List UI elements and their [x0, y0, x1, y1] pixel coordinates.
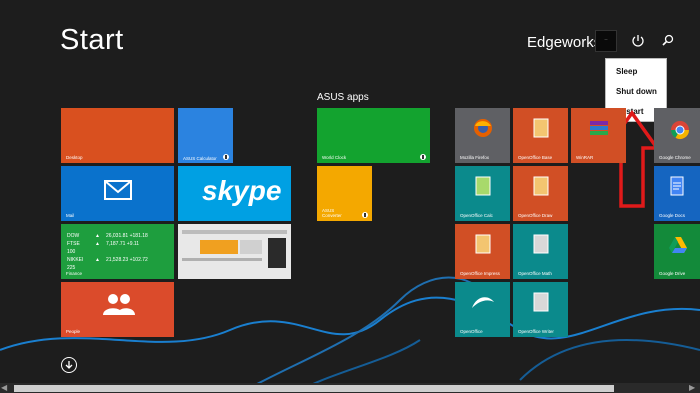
tile-label: Google Drive	[659, 271, 686, 276]
tile-label: OpenOffice Draw	[518, 213, 553, 218]
pin-icon	[420, 154, 426, 160]
presentation-icon	[475, 234, 491, 254]
tile-skype[interactable]: skype	[178, 166, 291, 221]
tile-oo-base[interactable]: OpenOffice Base	[513, 108, 568, 163]
tile-label: OpenOffice	[460, 329, 483, 334]
preview-window	[240, 240, 262, 254]
finance-row: NIKKEI 225 ▲ 21,528.23 +102.72	[67, 257, 148, 271]
tile-oo-impress[interactable]: OpenOffice Impress	[455, 224, 510, 279]
preview-bar	[182, 230, 287, 234]
scroll-left-icon[interactable]: ◀	[1, 383, 7, 392]
finance-row: FTSE 100 ▲ 7,187.71 +9.11	[67, 241, 140, 255]
shutdown-menu-item[interactable]: Shut down	[616, 87, 657, 96]
tile-openoffice[interactable]: OpenOffice	[455, 282, 510, 337]
pin-icon	[223, 154, 229, 160]
formula-icon	[533, 234, 549, 254]
finance-rows: DOW ▲ 26,031.81 +181.18 FTSE 100 ▲ 7,187.71 …	[67, 232, 148, 272]
tile-label: World Clock	[322, 155, 347, 160]
tile-oo-math[interactable]: OpenOffice Math	[513, 224, 568, 279]
tile-people[interactable]: People	[61, 282, 174, 337]
scroll-right-icon[interactable]: ▶	[689, 383, 695, 392]
tile-google-drive[interactable]: Google Drive	[654, 224, 700, 279]
tile-label: WinRAR	[576, 155, 594, 160]
mail-icon	[104, 180, 132, 200]
tile-label: Desktop	[66, 155, 83, 160]
tile-asus-calculator[interactable]: ASUS Calculator	[178, 108, 233, 163]
tile-finance[interactable]: DOW ▲ 26,031.81 +181.18 FTSE 100 ▲ 7,187.71 …	[61, 224, 174, 279]
sleep-menu-item[interactable]: Sleep	[616, 67, 637, 76]
avatar-text: —	[604, 37, 608, 41]
tile-label: OpenOffice Calc	[460, 213, 493, 218]
tile-label: Finance	[66, 271, 83, 276]
preview-window	[268, 238, 286, 268]
chrome-icon	[671, 121, 689, 140]
page-title: Start	[60, 24, 124, 56]
tile-chrome[interactable]: Google Chrome	[654, 108, 700, 163]
tile-label: Google Chrome	[659, 155, 691, 160]
tile-oo-draw[interactable]: OpenOffice Draw	[513, 166, 568, 221]
archive-icon	[590, 121, 608, 135]
openoffice-icon	[472, 297, 494, 308]
user-name[interactable]: Edgeworks	[527, 34, 601, 51]
tile-label: Mozilla Firefox	[460, 155, 490, 160]
pin-icon	[362, 212, 368, 218]
tile-label: ASUS Calculator	[183, 156, 217, 161]
tile-desktop[interactable]: Desktop	[61, 108, 174, 163]
docs-icon	[670, 176, 684, 196]
tile-label: Mail	[66, 213, 75, 218]
tile-label: ASUS Converter	[322, 208, 342, 218]
tile-firefox[interactable]: Mozilla Firefox	[455, 108, 510, 163]
drawing-icon	[533, 176, 549, 196]
tile-mail[interactable]: Mail	[61, 166, 174, 221]
scrollbar-thumb[interactable]	[14, 385, 614, 392]
group-label-asus: ASUS apps	[317, 92, 369, 103]
drive-icon	[669, 237, 687, 253]
tile-label: OpenOffice Math	[518, 271, 552, 276]
tile-oo-writer[interactable]: OpenOffice Writer	[513, 282, 568, 337]
tile-desktop-preview[interactable]	[178, 224, 291, 279]
tile-asus-converter[interactable]: ASUS Converter	[317, 166, 372, 221]
search-icon[interactable]	[660, 33, 676, 49]
people-icon	[103, 294, 135, 315]
all-apps-button[interactable]	[61, 357, 77, 373]
text-document-icon	[533, 292, 549, 312]
preview-window	[200, 240, 238, 254]
document-icon	[533, 118, 549, 138]
tile-label: OpenOffice Base	[518, 155, 553, 160]
tile-label: OpenOffice Impress	[460, 271, 500, 276]
tile-google-docs[interactable]: Google Docs	[654, 166, 700, 221]
avatar[interactable]: —	[595, 30, 617, 52]
preview-bar	[182, 258, 262, 261]
firefox-icon	[474, 119, 492, 137]
tile-label: OpenOffice Writer	[518, 329, 554, 334]
tile-winrar[interactable]: WinRAR	[571, 108, 626, 163]
finance-row: DOW ▲ 26,031.81 +181.18	[67, 233, 148, 239]
spreadsheet-icon	[475, 176, 491, 196]
tile-label: Google Docs	[659, 213, 686, 218]
power-icon[interactable]	[630, 33, 646, 49]
tile-oo-calc[interactable]: OpenOffice Calc	[455, 166, 510, 221]
tile-world-clock[interactable]: World Clock	[317, 108, 430, 163]
tile-label: People	[66, 329, 81, 334]
arrow-down-icon	[65, 361, 73, 369]
skype-logo: skype	[202, 175, 282, 206]
